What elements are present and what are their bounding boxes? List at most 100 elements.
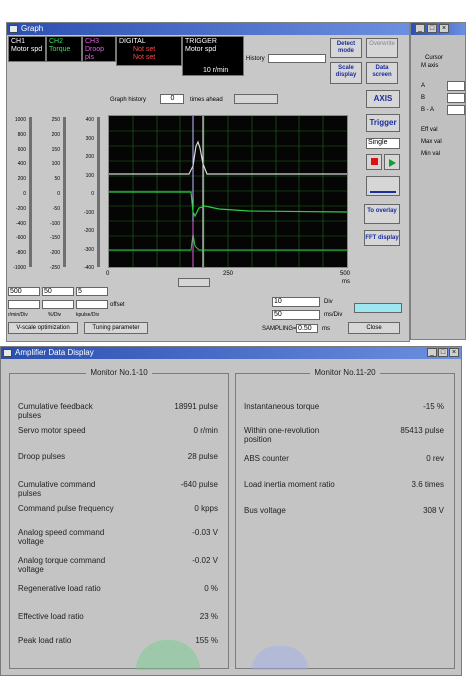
- unit-label-3: kpulse/Div: [76, 312, 100, 318]
- monitor-row-value: 3.6 times: [411, 480, 444, 489]
- scale-ch2-bar[interactable]: [63, 117, 66, 267]
- monitor-row-value: -15 %: [423, 402, 444, 411]
- times-ahead-label: times ahead: [190, 97, 223, 103]
- monitor-row-value: -0.03 V: [192, 528, 218, 537]
- x-unit: ms: [342, 279, 350, 285]
- scale-ch1-tick: -1000: [13, 265, 26, 271]
- data-screen-button[interactable]: Data screen: [366, 62, 398, 84]
- cursor-option[interactable]: M axis: [421, 63, 438, 70]
- play-button[interactable]: [384, 154, 400, 170]
- history-slider[interactable]: [234, 94, 278, 104]
- history-field[interactable]: [268, 54, 326, 63]
- ch3-box[interactable]: CH3 Droop pls: [82, 36, 116, 62]
- monitor-row-label: Command pulse frequency: [18, 504, 114, 513]
- digital-label: DIGITAL: [119, 38, 146, 45]
- x-tick-2: 500: [340, 271, 351, 277]
- cursor-a-field[interactable]: [447, 81, 465, 91]
- monitor-row-label: Instantaneous torque: [244, 402, 320, 411]
- max-val-label: Max val: [421, 139, 442, 145]
- ch1-value: Motor spd: [11, 46, 43, 53]
- scale-ch2-tick: 0: [57, 191, 60, 197]
- amp-watermark-badge-2: [252, 646, 308, 670]
- scale-ch2: 250 200 150 100 50 0 -50 -100 -150 -200 -250: [46, 117, 68, 272]
- monitor-row-value: 308 V: [423, 506, 444, 515]
- scope-svg: [109, 116, 347, 267]
- monitor-row-value: 23 %: [199, 612, 218, 621]
- ch2-box[interactable]: CH2 Torque: [46, 36, 82, 62]
- detect-mode-button[interactable]: Detect mode: [330, 38, 362, 58]
- trigger-button[interactable]: Trigger: [366, 114, 400, 132]
- unit-label-1: r/min/Div: [8, 312, 28, 318]
- time-select-1[interactable]: 10: [272, 297, 320, 307]
- amp-maximize-button[interactable]: □: [438, 348, 448, 357]
- monitor-row-label: Regenerative load ratio: [18, 584, 101, 593]
- monitor-row-value: 85413 pulse: [400, 426, 444, 435]
- scale-ch2-tick: 250: [51, 117, 60, 123]
- stop-button[interactable]: [366, 154, 382, 170]
- ch1-label: CH1: [11, 38, 26, 45]
- monitor-row-label: Peak load ratio: [18, 636, 72, 645]
- monitor-1-10: Monitor No.1-10 Cumulative feedback puls…: [9, 368, 229, 670]
- scale-select-3[interactable]: 5: [76, 287, 108, 296]
- ch1-box[interactable]: CH1 Motor spd: [8, 36, 46, 62]
- monitor-row-value: -640 pulse: [180, 480, 218, 489]
- scale-display-button[interactable]: Scale display: [330, 62, 362, 84]
- fft-display-button[interactable]: FFT display: [364, 230, 400, 246]
- scale-ch3-bar[interactable]: [97, 117, 100, 267]
- close-button[interactable]: Close: [348, 322, 400, 334]
- amp-title: Amplifier Data Display: [15, 348, 94, 357]
- minimize-button[interactable]: _: [415, 24, 425, 33]
- timeline-scroll[interactable]: [178, 278, 210, 287]
- amp-minimize-button[interactable]: _: [427, 348, 437, 357]
- scale-ch3-tick: -400: [83, 265, 94, 271]
- amp-close-button[interactable]: ×: [449, 348, 459, 357]
- single-select[interactable]: Single: [366, 138, 400, 149]
- scale-ch1-tick: -400: [15, 220, 26, 227]
- min-val-label: Min val: [421, 151, 441, 157]
- cursor-b-field[interactable]: [447, 93, 465, 103]
- monitor-row-label: Analog speed command voltage: [18, 528, 105, 546]
- graph-history-field[interactable]: 0: [160, 94, 184, 104]
- scale-ch1-bar[interactable]: [29, 117, 32, 267]
- amp-window: Amplifier Data Display _ □ × Monitor No.…: [0, 346, 462, 676]
- close-window-button[interactable]: ×: [439, 24, 449, 33]
- monitor-row-label: Bus voltage: [244, 506, 286, 515]
- scale-ch3-tick: 300: [85, 135, 94, 142]
- scale-ch3-tick: -300: [83, 246, 94, 253]
- x-tick-0: 0: [106, 271, 110, 277]
- time-select-2[interactable]: 50: [272, 310, 320, 320]
- monitor-row-label: Servo motor speed: [18, 426, 86, 435]
- scale-ch1-tick: 200: [17, 176, 26, 183]
- cursor-panel: _ □ × Cursor M axis A B B - A Eff val Ma…: [410, 22, 466, 340]
- horizontal-scroll[interactable]: [354, 303, 402, 313]
- tuning-parameter-button[interactable]: Tuning parameter: [84, 322, 148, 334]
- scale-ch3: 400 300 200 100 0 -100 -200 -300 -400: [80, 117, 102, 272]
- cursor-ba-field[interactable]: [447, 105, 465, 115]
- monitor-11-20: Monitor No.11-20 Instantaneous torque -15…: [235, 368, 455, 670]
- vscale-optimization-button[interactable]: V-scale optimization: [8, 322, 78, 334]
- scale-select-2[interactable]: 50: [42, 287, 74, 296]
- app-icon: [3, 349, 12, 357]
- monitor-row-label: Analog torque command voltage: [18, 556, 106, 574]
- scope-plot[interactable]: [108, 115, 348, 268]
- to-overlay-button[interactable]: To overlay: [364, 204, 400, 224]
- trigger-level: 10 r/min: [203, 67, 229, 74]
- scale-ch1-tick: 800: [17, 131, 26, 138]
- div-label: Div: [324, 299, 333, 305]
- overwrite-button[interactable]: Overwrite: [366, 38, 398, 58]
- offset-field-2[interactable]: [42, 300, 74, 309]
- maximize-button[interactable]: □: [427, 24, 437, 33]
- waveform-button[interactable]: [366, 176, 400, 196]
- sampling-unit: ms: [322, 326, 330, 332]
- digital-item-1: Not set: [133, 46, 156, 53]
- offset-field-1[interactable]: [8, 300, 40, 309]
- trigger-box[interactable]: TRIGGER Motor spd 10 r/min: [182, 36, 244, 76]
- monitor-row-label: ABS counter: [244, 454, 289, 463]
- digital-box[interactable]: DIGITAL Not set Not set: [116, 36, 182, 66]
- monitor-row-label: Effective load ratio: [18, 612, 84, 621]
- axis-button[interactable]: AXIS: [366, 90, 400, 108]
- monitor-row-label: Within one-revolution position: [244, 426, 320, 444]
- offset-field-3[interactable]: [76, 300, 108, 309]
- scale-ch2-tick: -200: [49, 250, 60, 257]
- scale-select-1[interactable]: 500: [8, 287, 40, 296]
